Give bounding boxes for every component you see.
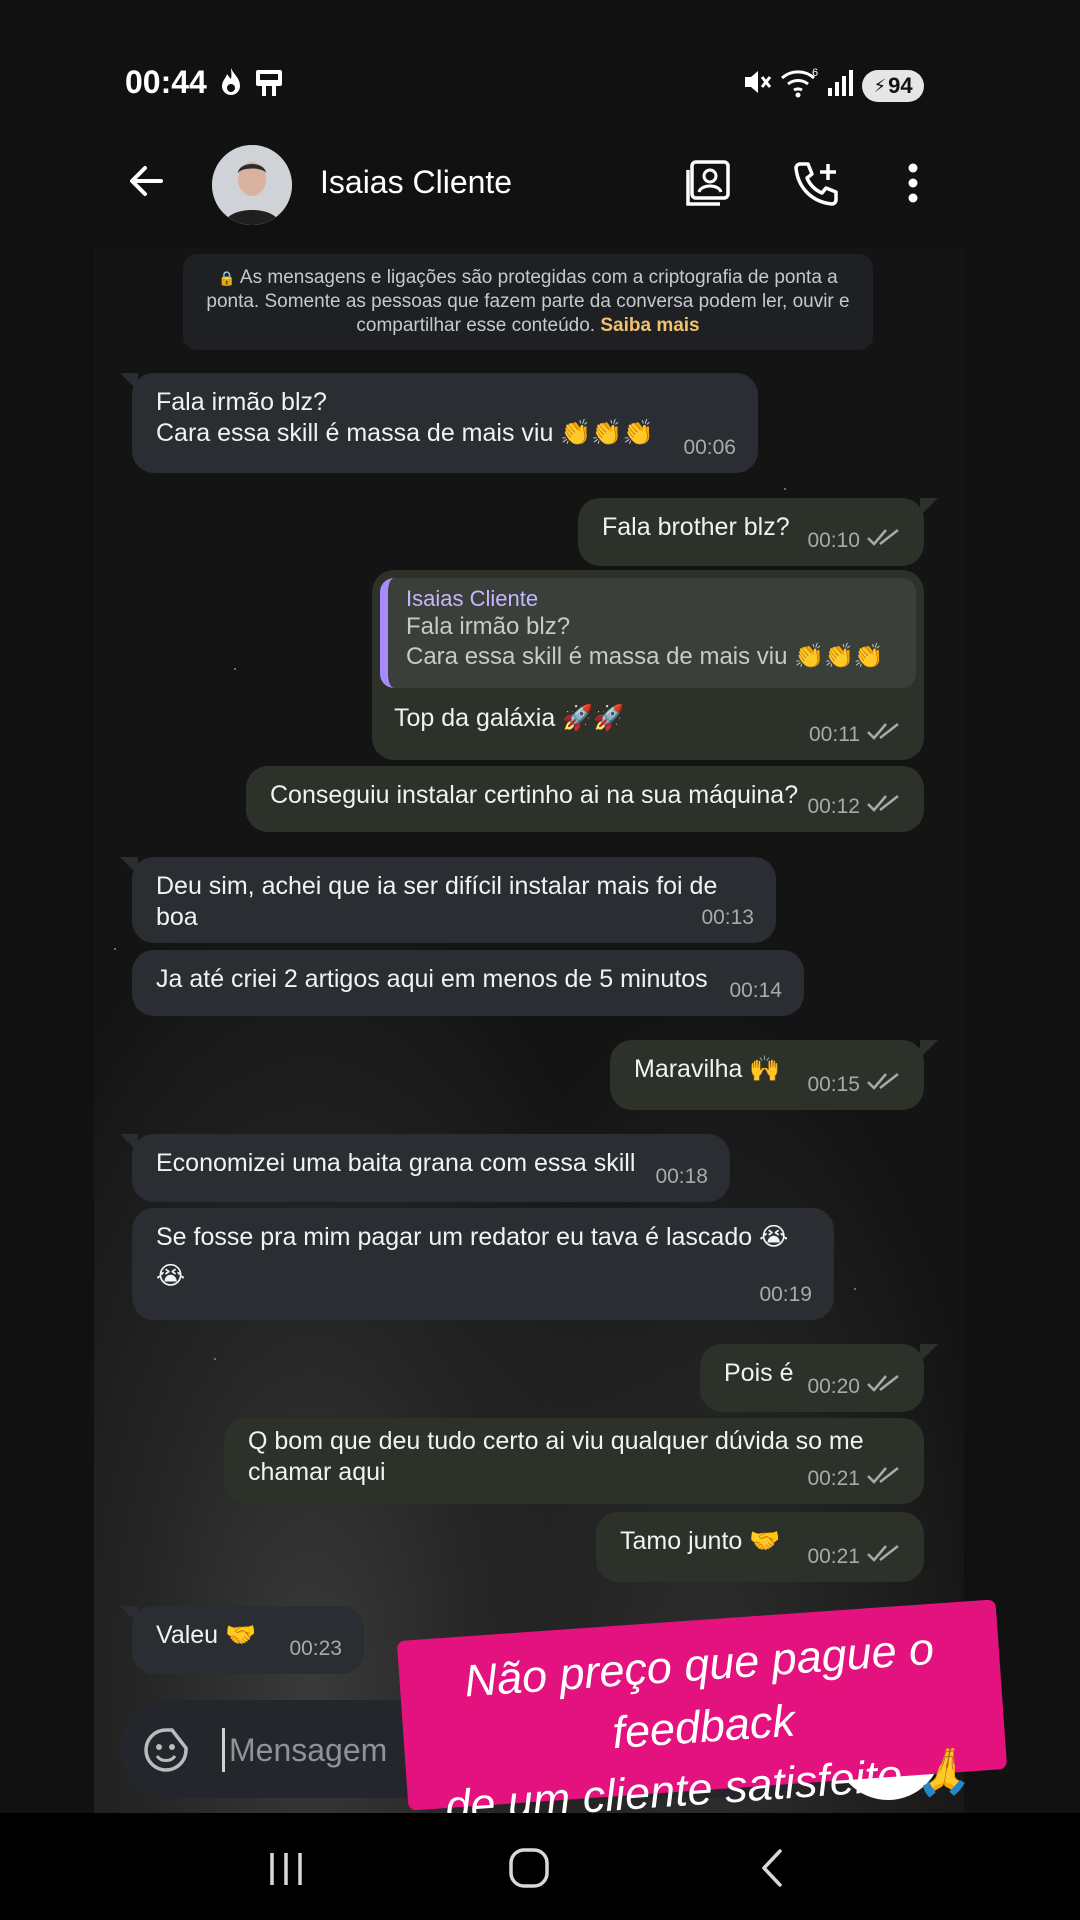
message-text: Se fosse pra mim pagar um redator eu tav… (156, 1223, 789, 1251)
learn-more-link[interactable]: Saiba mais (600, 315, 699, 336)
message-text: Valeu 🤝 (156, 1621, 257, 1649)
message-time: 00:21 (807, 1545, 860, 1568)
message-outgoing[interactable]: Maravilha 🙌 00:15 (610, 1040, 938, 1110)
quoted-message[interactable]: Isaias Cliente Fala irmão blz? Cara essa… (380, 578, 916, 688)
message-text: Cara essa skill é massa de mais viu 👏👏👏 (156, 419, 654, 447)
message-text: Pois é (724, 1359, 794, 1387)
status-time: 00:44 (125, 64, 207, 100)
message-text: Fala irmão blz? (156, 388, 327, 416)
status-bar: 00:44 6 ⚡ 94 (0, 0, 1080, 150)
quoted-text: Cara essa skill é massa de mais viu 👏👏👏 (406, 643, 884, 670)
message-text: Maravilha 🙌 (634, 1055, 781, 1083)
bubble-tail (920, 1040, 938, 1058)
message-time: 00:18 (655, 1165, 708, 1188)
message-text: Fala brother blz? (602, 513, 790, 541)
home-icon[interactable] (508, 1847, 550, 1894)
fire-icon (218, 66, 244, 103)
message-time: 00:19 (759, 1283, 812, 1306)
bubble-tail (920, 1344, 938, 1362)
message-time: 00:15 (807, 1073, 860, 1096)
charging-icon: ⚡ (873, 75, 887, 96)
message-outgoing[interactable]: Fala brother blz? 00:10 (578, 498, 938, 566)
quoted-author: Isaias Cliente (406, 586, 539, 611)
back-arrow-icon[interactable] (125, 160, 167, 207)
message-outgoing[interactable]: Tamo junto 🤝 00:21 (596, 1512, 924, 1582)
double-check-icon (866, 1463, 902, 1494)
contact-card-icon[interactable] (684, 158, 734, 213)
bubble-tail (120, 1606, 138, 1624)
recents-icon[interactable] (266, 1849, 306, 1894)
mute-icon (742, 66, 772, 103)
wallpaper-star (214, 1358, 216, 1360)
message-incoming[interactable]: Ja até criei 2 artigos aqui em menos de … (132, 950, 804, 1016)
message-time: 00:14 (729, 979, 782, 1002)
battery-level: 94 (888, 73, 913, 98)
message-time: 00:06 (683, 436, 736, 459)
message-incoming[interactable]: Valeu 🤝 00:23 (120, 1606, 364, 1674)
bubble-tail (920, 498, 938, 516)
double-check-icon (866, 1371, 902, 1402)
wallpaper-star (114, 948, 116, 950)
contact-avatar[interactable] (212, 145, 292, 225)
message-text: Ja até criei 2 artigos aqui em menos de … (156, 965, 708, 993)
wallpaper-star (854, 1288, 856, 1290)
message-text: chamar aqui (248, 1458, 386, 1486)
encryption-text: As mensagens e ligações são protegidas c… (206, 267, 850, 336)
quoted-text: Fala irmão blz? (406, 613, 571, 640)
bubble-tail (120, 857, 138, 875)
double-check-icon (866, 1541, 902, 1572)
message-outgoing[interactable]: Conseguiu instalar certinho ai na sua má… (246, 766, 924, 832)
lock-icon: 🔒 (218, 270, 236, 286)
signal-icon (826, 66, 854, 103)
notification-icon (254, 66, 284, 103)
bubble-tail (120, 1134, 138, 1152)
wallpaper-star (234, 668, 236, 670)
message-time: 00:10 (807, 529, 860, 552)
message-time: 00:21 (807, 1467, 860, 1490)
double-check-icon (866, 791, 902, 822)
message-time: 00:13 (701, 906, 754, 929)
double-check-icon (866, 525, 902, 556)
more-options-icon[interactable] (900, 158, 926, 213)
double-check-icon (866, 719, 902, 750)
message-incoming[interactable]: Economizei uma baita grana com essa skil… (120, 1134, 730, 1202)
wallpaper-star (784, 488, 786, 490)
wifi-badge: 6 (812, 67, 818, 79)
wifi-icon: 6 (780, 66, 820, 103)
message-time: 00:12 (807, 795, 860, 818)
message-text: Economizei uma baita grana com essa skil… (156, 1149, 636, 1177)
message-incoming[interactable]: Se fosse pra mim pagar um redator eu tav… (132, 1208, 834, 1320)
contact-name[interactable]: Isaias Cliente (320, 164, 512, 201)
message-incoming[interactable]: Deu sim, achei que ia ser difícil instal… (120, 857, 776, 943)
system-nav-bar (0, 1813, 1080, 1920)
double-check-icon (866, 1069, 902, 1100)
bubble-tail (120, 373, 138, 391)
sticker-icon[interactable] (142, 1726, 190, 1779)
message-text: Tamo junto 🤝 (620, 1527, 781, 1555)
message-text: Conseguiu instalar certinho ai na sua má… (270, 781, 799, 809)
message-time: 00:23 (289, 1637, 342, 1660)
encryption-notice[interactable]: 🔒 As mensagens e ligações são protegidas… (183, 254, 873, 350)
message-text: Deu sim, achei que ia ser difícil instal… (156, 872, 718, 931)
message-text: Q bom que deu tudo certo ai viu qualquer… (248, 1427, 864, 1455)
message-text: 😭 (156, 1262, 186, 1290)
message-incoming[interactable]: Fala irmão blz? Cara essa skill é massa … (120, 373, 758, 473)
battery-indicator: ⚡ 94 (862, 70, 924, 102)
back-nav-icon[interactable] (758, 1847, 788, 1894)
message-outgoing[interactable]: Pois é 00:20 (700, 1344, 938, 1412)
message-text: Top da galáxia 🚀🚀 (394, 704, 625, 732)
add-call-icon[interactable] (792, 158, 842, 213)
message-time: 00:11 (809, 723, 860, 746)
message-outgoing[interactable]: Q bom que deu tudo certo ai viu qualquer… (224, 1418, 924, 1504)
message-time: 00:20 (807, 1375, 860, 1398)
